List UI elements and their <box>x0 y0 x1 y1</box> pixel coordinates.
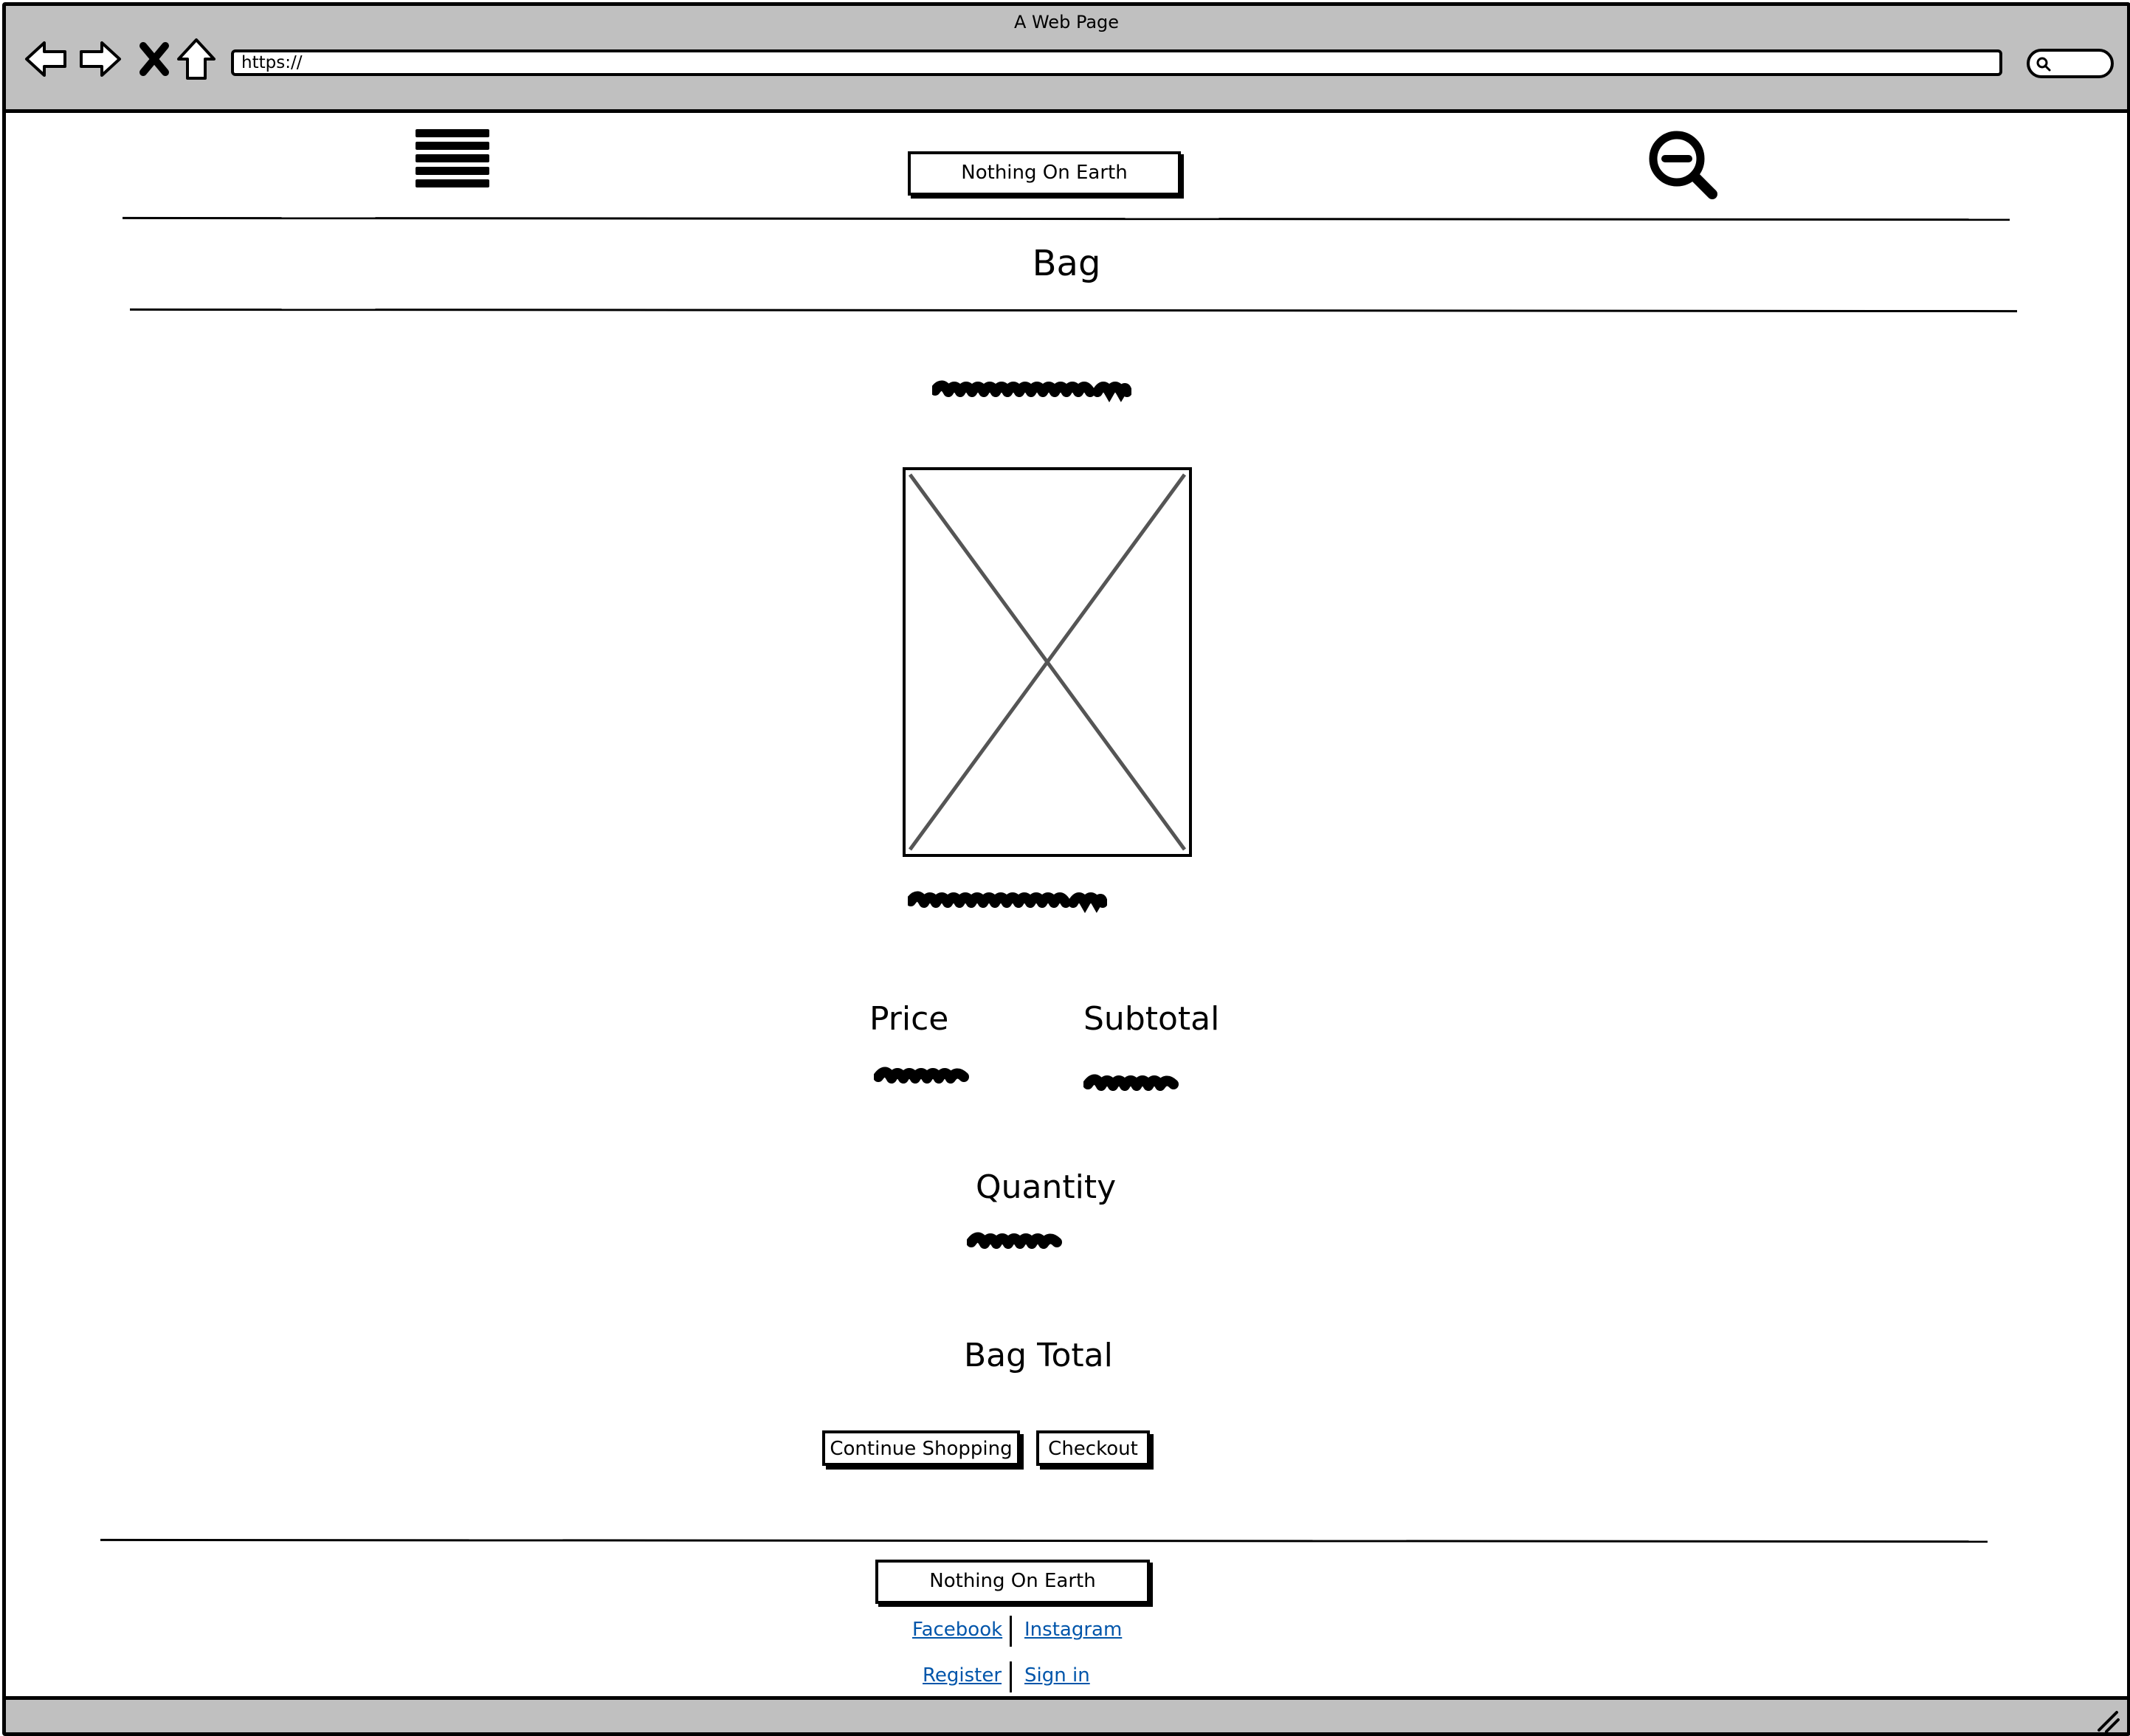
close-icon[interactable] <box>131 35 179 83</box>
subtotal-value-placeholder <box>1083 1074 1179 1091</box>
continue-shopping-button[interactable]: Continue Shopping <box>822 1430 1020 1466</box>
subtotal-label: Subtotal <box>1083 1000 1220 1038</box>
facebook-link[interactable]: Facebook <box>912 1619 1002 1641</box>
page-title: Bag <box>1032 243 1101 284</box>
browser-window: A Web Page https:// Nothing On Earth Bag… <box>2 2 2130 1736</box>
price-value-placeholder <box>874 1067 969 1084</box>
address-bar[interactable]: https:// <box>231 49 2002 76</box>
register-link[interactable]: Register <box>923 1664 1002 1687</box>
instagram-link[interactable]: Instagram <box>1024 1619 1122 1641</box>
checkout-button[interactable]: Checkout <box>1036 1430 1150 1466</box>
title-divider <box>129 308 2018 313</box>
footer-logo-text: Nothing On Earth <box>929 1570 1096 1592</box>
quantity-label: Quantity <box>976 1168 1117 1206</box>
price-label: Price <box>869 1000 949 1038</box>
search-icon <box>2036 57 2051 72</box>
browser-status-bar <box>6 1696 2127 1733</box>
browser-search-field[interactable] <box>2027 49 2114 78</box>
window-title: A Web Page <box>1013 12 1120 32</box>
header-divider <box>122 216 2010 221</box>
footer-logo[interactable]: Nothing On Earth <box>875 1560 1150 1604</box>
home-icon[interactable] <box>173 35 220 83</box>
page-content: Nothing On Earth Bag Price Subtotal Quan… <box>6 113 2127 1696</box>
footer-divider <box>100 1538 1988 1543</box>
site-logo-text: Nothing On Earth <box>961 162 1128 184</box>
site-logo[interactable]: Nothing On Earth <box>908 151 1181 196</box>
quantity-value-placeholder[interactable] <box>967 1224 1063 1254</box>
product-description-placeholder <box>908 891 1107 913</box>
back-arrow-icon[interactable] <box>22 35 69 83</box>
footer-link-separator <box>1010 1661 1012 1692</box>
resize-grip-icon[interactable] <box>2095 1708 2120 1733</box>
browser-toolbar: A Web Page https:// <box>6 6 2127 113</box>
forward-arrow-icon[interactable] <box>77 35 124 83</box>
product-name-placeholder <box>932 380 1131 402</box>
zoom-out-icon[interactable] <box>1646 129 1720 203</box>
product-image-placeholder[interactable] <box>903 467 1192 857</box>
sign-in-link[interactable]: Sign in <box>1024 1664 1090 1687</box>
hamburger-menu-icon[interactable] <box>416 129 489 190</box>
bag-total-label: Bag Total <box>964 1337 1113 1374</box>
footer-link-separator <box>1010 1616 1012 1647</box>
